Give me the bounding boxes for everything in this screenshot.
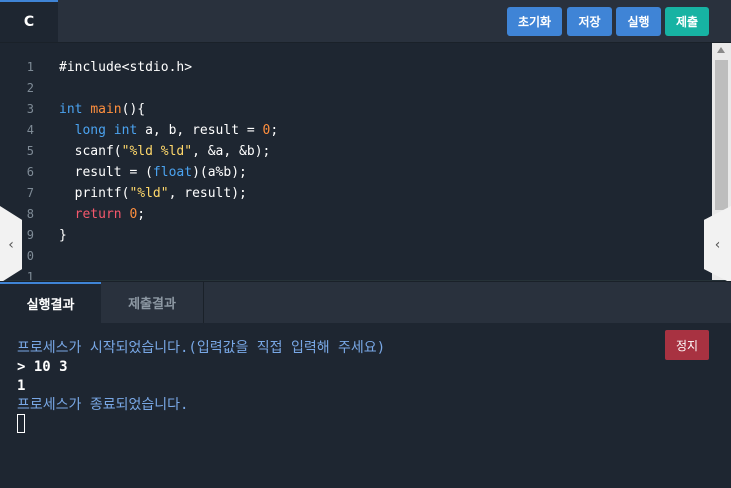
stop-button[interactable]: 정지: [665, 330, 709, 360]
chevron-left-icon: ‹: [8, 236, 14, 253]
console-output[interactable]: 프로세스가 시작되었습니다.(입력값을 직접 입력해 주세요) > 10 3 1…: [0, 323, 731, 488]
line-number: 3: [26, 102, 34, 116]
input-cursor[interactable]: [17, 414, 25, 433]
code-text[interactable]: #include<stdio.h> int main(){ long int a…: [59, 57, 278, 246]
line-number: 1: [26, 60, 34, 74]
code-editor[interactable]: 1 2 3 4 5 6 7 8 9 0 1 #include<stdio.h> …: [0, 43, 712, 280]
code-line[interactable]: long int a, b, result = 0;: [59, 120, 279, 141]
code-line[interactable]: }: [59, 225, 278, 246]
line-number: 4: [26, 123, 34, 137]
chevron-left-icon: ‹: [714, 236, 721, 253]
submit-button[interactable]: 제출: [665, 7, 709, 36]
line-number: 5: [26, 144, 34, 158]
code-line[interactable]: printf("%ld", result);: [59, 183, 278, 204]
code-line[interactable]: scanf("%ld %ld", &a, &b);: [59, 141, 278, 162]
console-line: > 10 3: [17, 359, 68, 375]
tab-run-result[interactable]: 실행결과: [0, 282, 101, 323]
console-line: 프로세스가 종료되었습니다.: [17, 397, 189, 413]
run-button[interactable]: 실행: [616, 7, 661, 36]
line-number: 6: [26, 165, 34, 179]
save-button[interactable]: 저장: [567, 7, 612, 36]
result-tabs: 실행결과 제출결과: [0, 281, 731, 323]
line-number: 7: [26, 186, 34, 200]
code-line[interactable]: [59, 78, 278, 99]
code-line[interactable]: result = (float)(a%b);: [59, 162, 278, 183]
line-number: 2: [26, 81, 34, 95]
scroll-up-arrow-icon[interactable]: [717, 47, 725, 53]
language-tab[interactable]: C: [0, 0, 58, 42]
code-line[interactable]: return 0;: [59, 204, 278, 225]
top-toolbar: C 초기화 저장 실행 제출: [0, 0, 731, 43]
reset-button[interactable]: 초기화: [507, 7, 562, 36]
console-line: 프로세스가 시작되었습니다.(입력값을 직접 입력해 주세요): [17, 340, 386, 356]
tab-submit-result[interactable]: 제출결과: [101, 282, 204, 323]
code-line[interactable]: int main(){: [59, 99, 278, 120]
code-line[interactable]: #include<stdio.h>: [59, 57, 278, 78]
scrollbar-thumb[interactable]: [715, 60, 728, 210]
console-line: 1: [17, 378, 26, 394]
